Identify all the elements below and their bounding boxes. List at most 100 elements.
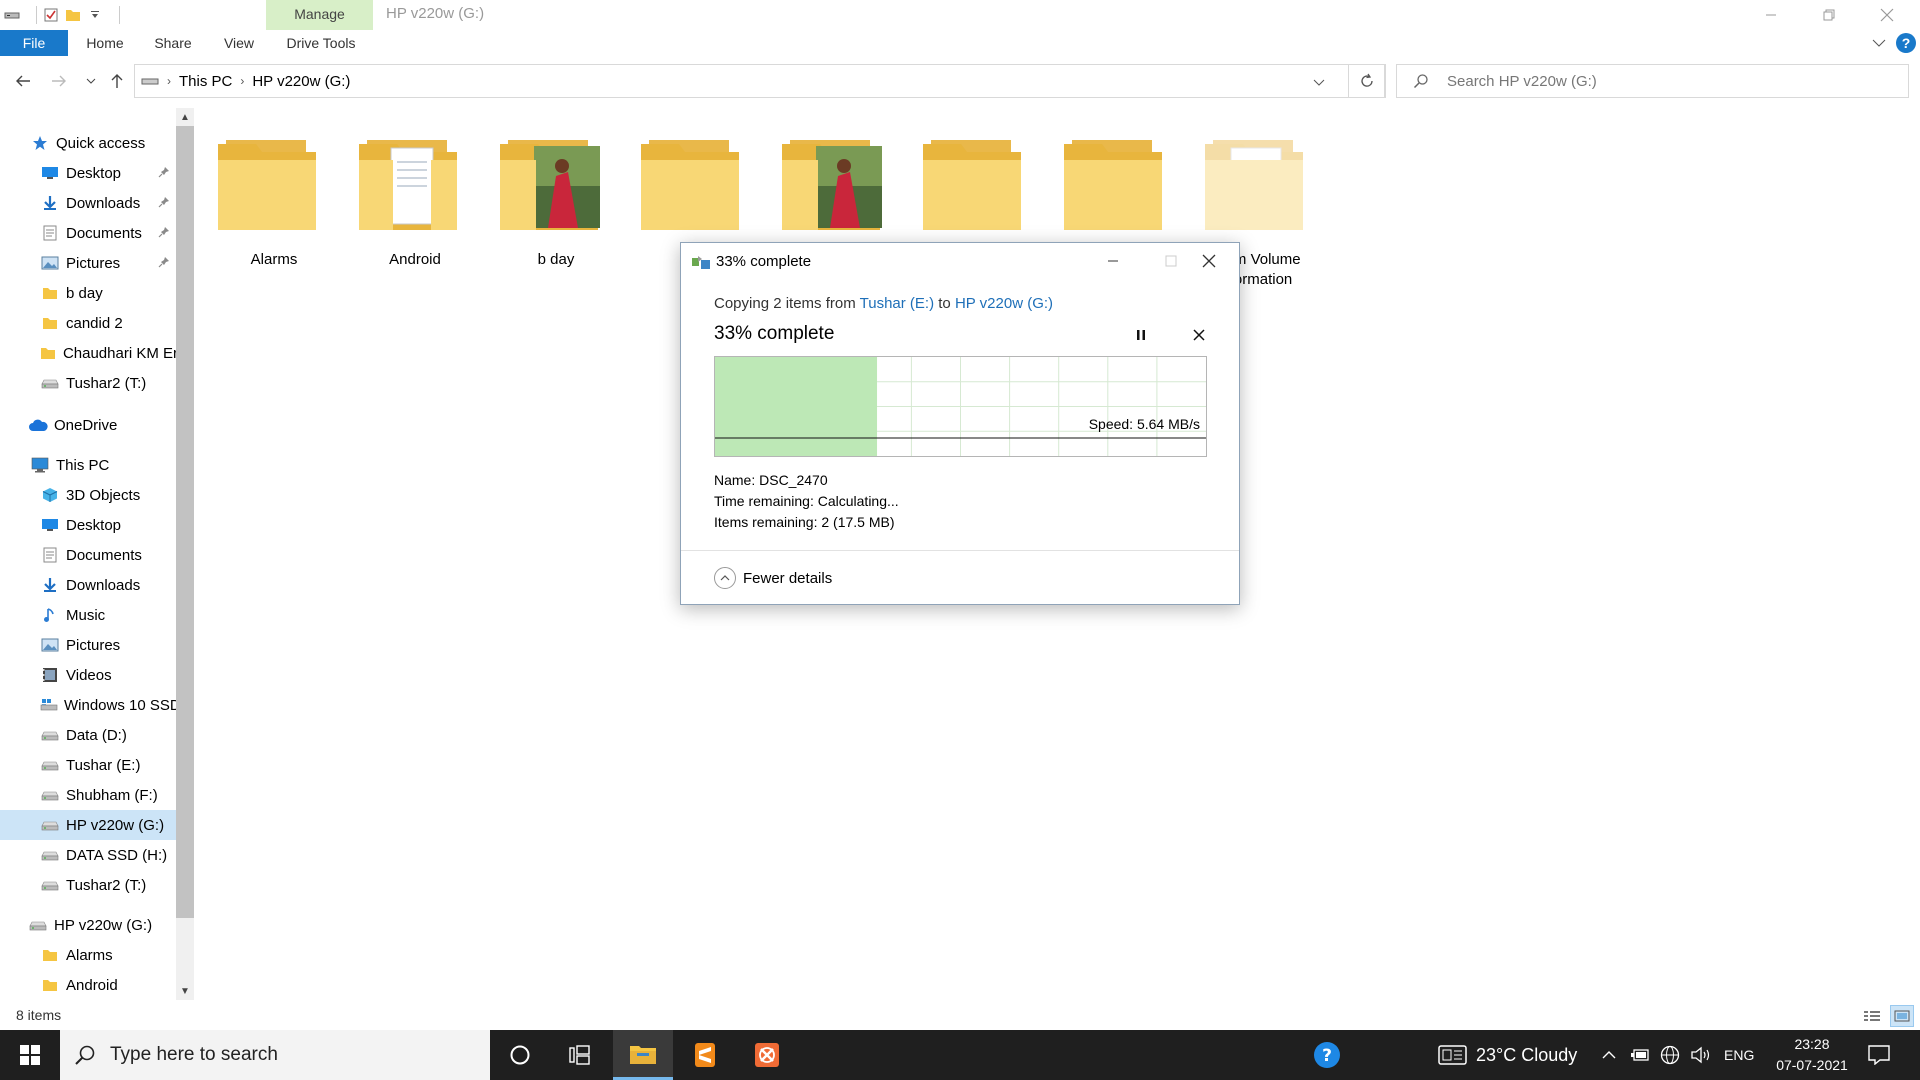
tab-share[interactable]: Share (148, 30, 198, 56)
nav-scroll-thumb[interactable] (176, 126, 194, 918)
nav-item-tushar-e[interactable]: Tushar (E:) (0, 750, 178, 780)
nav-item-data-d[interactable]: Data (D:) (0, 720, 178, 750)
tab-manage[interactable]: Manage (266, 0, 373, 30)
nav-item-tushar2-t[interactable]: Tushar2 (T:) (0, 870, 178, 900)
tab-file[interactable]: File (0, 30, 68, 56)
nav-item-this-pc[interactable]: This PC (0, 450, 178, 480)
dialog-maximize-button (1151, 247, 1191, 275)
details-view-button[interactable] (1860, 1005, 1884, 1027)
nav-scrollbar[interactable]: ▲ ▼ (176, 108, 194, 1000)
nav-item-music[interactable]: Music (0, 600, 178, 630)
close-window-button[interactable] (1858, 0, 1916, 30)
nav-item-pictures[interactable]: Pictures (0, 630, 178, 660)
nav-item-downloads[interactable]: Downloads (0, 188, 178, 218)
back-button[interactable] (12, 70, 34, 92)
dialog-close-button[interactable] (1189, 247, 1229, 275)
nav-item-onedrive[interactable]: OneDrive (0, 410, 178, 440)
toolbar-divider (119, 6, 120, 24)
file-explorer-taskbar-button[interactable] (613, 1030, 673, 1080)
taskbar-search-box[interactable]: Type here to search (60, 1030, 490, 1080)
scroll-up-arrow-icon[interactable]: ▲ (176, 108, 194, 126)
dialog-minimize-button[interactable] (1093, 247, 1133, 275)
volume-tray-button[interactable] (1690, 1030, 1712, 1080)
cortana-button[interactable] (490, 1030, 550, 1080)
nav-item-windows-10-ssd[interactable]: Windows 10 SSD (0, 690, 178, 720)
address-bar[interactable]: › This PC › HP v220w (G:) (134, 64, 1385, 98)
show-hidden-icons-button[interactable] (1602, 1030, 1616, 1080)
destination-link[interactable]: HP v220w (G:) (955, 295, 1053, 312)
breadcrumb-drive[interactable]: HP v220w (G:) (252, 73, 350, 90)
expand-ribbon-button[interactable] (1872, 33, 1886, 53)
battery-tray-button[interactable] (1630, 1030, 1650, 1080)
nav-item-label: Android (66, 976, 118, 994)
properties-icon[interactable] (43, 7, 59, 23)
nav-item-downloads[interactable]: Downloads (0, 570, 178, 600)
breadcrumb-this-pc[interactable]: This PC (179, 73, 232, 90)
file-item[interactable] (909, 130, 1049, 250)
maximize-icon (1165, 255, 1177, 267)
nav-item-documents[interactable]: Documents (0, 540, 178, 570)
nav-item-chaudhari-km-er[interactable]: Chaudhari KM Er (0, 338, 178, 368)
nav-item-3d-objects[interactable]: 3D Objects (0, 480, 178, 510)
nav-item-data-ssd-h[interactable]: DATA SSD (H:) (0, 840, 178, 870)
task-view-button[interactable] (550, 1030, 610, 1080)
weather-widget[interactable]: 23°C Cloudy (1438, 1030, 1577, 1080)
nav-item-hp-v220w-g[interactable]: HP v220w (G:) (0, 810, 178, 840)
address-dropdown-button[interactable] (1313, 75, 1325, 92)
nav-item-android[interactable]: Android (0, 970, 178, 998)
nav-item-alarms[interactable]: Alarms (0, 940, 178, 970)
nav-item-quick-access[interactable]: Quick access (0, 128, 178, 158)
taskbar: Type here to search ? 23°C Cloudy ENG 23… (0, 1030, 1920, 1080)
file-item[interactable]: Android (345, 130, 485, 270)
nav-item-pictures[interactable]: Pictures (0, 248, 178, 278)
tab-home[interactable]: Home (80, 30, 130, 56)
scroll-down-arrow-icon[interactable]: ▼ (176, 982, 194, 1000)
nav-item-documents[interactable]: Documents (0, 218, 178, 248)
nav-item-desktop[interactable]: Desktop (0, 510, 178, 540)
refresh-button[interactable] (1348, 64, 1386, 98)
xampp-taskbar-button[interactable] (737, 1030, 797, 1080)
clock[interactable]: 23:28 07-07-2021 (1762, 1034, 1862, 1076)
file-item[interactable] (768, 130, 908, 250)
network-tray-button[interactable] (1660, 1030, 1680, 1080)
notifications-button[interactable] (1868, 1030, 1890, 1080)
file-item[interactable] (1050, 130, 1190, 250)
restore-button[interactable] (1800, 0, 1858, 30)
nav-item-label: Tushar2 (T:) (66, 374, 147, 392)
input-language-button[interactable]: ENG (1724, 1030, 1754, 1080)
file-item[interactable]: Alarms (204, 130, 344, 270)
help-button[interactable]: ? (1896, 33, 1916, 53)
nav-item-hp-v220w-g[interactable]: HP v220w (G:) (0, 910, 178, 940)
nav-item-candid-2[interactable]: candid 2 (0, 308, 178, 338)
drive-icon[interactable] (4, 7, 20, 23)
chevron-up-icon (714, 567, 736, 589)
percent-complete: 33% complete (714, 323, 835, 344)
nav-item-videos[interactable]: Videos (0, 660, 178, 690)
tab-view[interactable]: View (216, 30, 262, 56)
fewer-details-button[interactable]: Fewer details (714, 567, 832, 589)
customize-toolbar-icon[interactable] (87, 7, 103, 23)
source-link[interactable]: Tushar (E:) (860, 295, 934, 312)
minimize-button[interactable] (1742, 0, 1800, 30)
nav-item-desktop[interactable]: Desktop (0, 158, 178, 188)
nav-item-b-day[interactable]: b day (0, 278, 178, 308)
nav-item-label: Windows 10 SSD (64, 696, 178, 714)
nav-item-tushar2-t[interactable]: Tushar2 (T:) (0, 368, 178, 398)
file-item[interactable]: b day (486, 130, 626, 270)
pause-button[interactable] (1129, 323, 1153, 347)
recent-locations-button[interactable] (80, 70, 102, 92)
new-folder-icon[interactable] (65, 7, 81, 23)
help-tray-button[interactable]: ? (1312, 1030, 1342, 1080)
up-button[interactable] (106, 70, 128, 92)
nav-item-shubham-f[interactable]: Shubham (F:) (0, 780, 178, 810)
videos-icon (40, 666, 60, 684)
large-icons-view-button[interactable] (1890, 1005, 1914, 1027)
tab-drive-tools[interactable]: Drive Tools (280, 30, 362, 56)
sublime-text-taskbar-button[interactable] (675, 1030, 735, 1080)
cancel-copy-button[interactable] (1187, 323, 1211, 347)
nav-item-label: 3D Objects (66, 486, 141, 504)
start-button[interactable] (0, 1030, 60, 1080)
search-input[interactable]: Search HP v220w (G:) (1396, 64, 1909, 98)
forward-button[interactable] (48, 70, 70, 92)
minimize-icon (1108, 260, 1118, 262)
